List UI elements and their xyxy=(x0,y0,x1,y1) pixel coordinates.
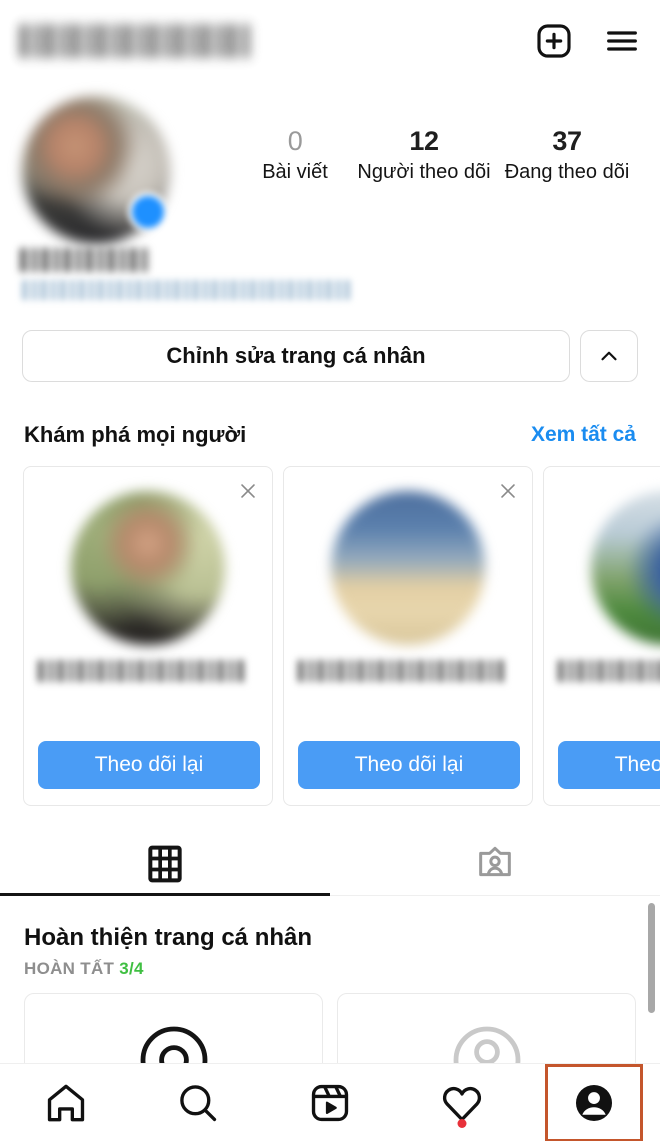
tab-tagged[interactable] xyxy=(330,832,660,895)
nav-search[interactable] xyxy=(132,1064,264,1141)
complete-profile-section: Hoàn thiện trang cá nhân HOÀN TẤT 3/4 xyxy=(0,908,660,1063)
chevron-up-icon xyxy=(601,351,617,361)
profile-actions-row: Chỉnh sửa trang cá nhân xyxy=(0,330,660,382)
nav-profile[interactable] xyxy=(528,1064,660,1141)
suggested-user-name-redacted xyxy=(558,660,660,682)
suggested-user-card[interactable]: Theo dõi lại xyxy=(543,466,660,806)
plus-square-icon xyxy=(537,24,571,58)
profile-username-redacted[interactable] xyxy=(20,24,252,58)
dismiss-suggestion-button[interactable] xyxy=(236,479,260,503)
stat-following-value: 37 xyxy=(552,126,582,156)
stat-followers-value: 12 xyxy=(409,126,439,156)
tagged-icon xyxy=(479,846,511,876)
nav-reels[interactable] xyxy=(264,1064,396,1141)
discover-people-carousel[interactable]: Theo dõi lại Theo dõi lại Theo xyxy=(0,466,660,808)
nav-activity[interactable] xyxy=(396,1064,528,1141)
add-post-button[interactable] xyxy=(534,21,574,61)
menu-button[interactable] xyxy=(602,21,642,61)
add-story-badge-icon[interactable] xyxy=(128,192,168,232)
search-icon xyxy=(180,1084,217,1121)
complete-profile-steps xyxy=(0,979,660,1063)
add-person-circle-icon xyxy=(453,1026,520,1063)
nav-home[interactable] xyxy=(0,1064,132,1141)
activity-notification-dot xyxy=(457,1118,467,1128)
complete-profile-step[interactable] xyxy=(337,993,636,1063)
home-icon xyxy=(47,1084,85,1121)
dismiss-suggestion-button[interactable] xyxy=(496,479,520,503)
stat-posts[interactable]: 0 Bài viết xyxy=(236,124,354,185)
stat-following-label: Đang theo dõi xyxy=(504,161,630,183)
suggested-user-name-redacted xyxy=(38,660,246,682)
stat-posts-label: Bài viết xyxy=(262,161,328,183)
discover-people-header: Khám phá mọi người Xem tất cả xyxy=(0,418,660,452)
follow-back-button[interactable]: Theo dõi lại xyxy=(38,741,260,789)
suggested-user-name-redacted xyxy=(298,660,506,682)
top-bar-actions xyxy=(534,0,642,82)
follow-back-button[interactable]: Theo dõi lại xyxy=(298,741,520,789)
top-bar xyxy=(0,0,660,82)
profile-expand-button[interactable] xyxy=(580,330,638,382)
follow-back-button[interactable]: Theo dõi lại xyxy=(558,741,660,789)
stat-posts-value: 0 xyxy=(287,126,303,156)
close-icon xyxy=(241,484,255,498)
reels-icon xyxy=(311,1084,349,1121)
suggested-user-avatar[interactable] xyxy=(331,491,485,645)
profile-icon xyxy=(575,1084,613,1121)
instagram-profile-screen: 0 Bài viết 12 Người theo dõi 37 Đang the… xyxy=(0,0,660,1141)
profile-full-name-redacted xyxy=(20,248,148,272)
grid-icon xyxy=(148,845,182,882)
tab-grid[interactable] xyxy=(0,832,330,896)
profile-bio-redacted[interactable] xyxy=(22,280,350,300)
profile-avatar[interactable] xyxy=(22,96,170,244)
add-photo-circle-icon xyxy=(140,1026,207,1063)
discover-see-all-link[interactable]: Xem tất cả xyxy=(531,423,636,447)
complete-profile-title: Hoàn thiện trang cá nhân xyxy=(24,924,313,951)
suggested-user-avatar[interactable] xyxy=(591,491,660,645)
bottom-navigation-bar xyxy=(0,1063,660,1141)
stat-followers[interactable]: 12 Người theo dõi xyxy=(354,124,494,185)
complete-profile-progress-row: HOÀN TẤT 3/4 xyxy=(24,959,660,979)
suggested-user-avatar[interactable] xyxy=(71,491,225,645)
suggested-user-card[interactable]: Theo dõi lại xyxy=(23,466,273,806)
stat-followers-label: Người theo dõi xyxy=(357,161,491,183)
stat-following[interactable]: 37 Đang theo dõi xyxy=(494,124,640,185)
complete-profile-status-label: HOÀN TẤT xyxy=(24,959,115,978)
edit-profile-button[interactable]: Chỉnh sửa trang cá nhân xyxy=(22,330,570,382)
discover-people-title: Khám phá mọi người xyxy=(24,422,247,447)
profile-header: 0 Bài viết 12 Người theo dõi 37 Đang the… xyxy=(0,90,660,300)
complete-profile-step[interactable] xyxy=(24,993,323,1063)
complete-profile-progress: 3/4 xyxy=(119,959,144,978)
page-scrollbar[interactable] xyxy=(648,903,655,1013)
profile-stats: 0 Bài viết 12 Người theo dõi 37 Đang the… xyxy=(236,124,640,185)
hamburger-menu-icon xyxy=(607,31,637,51)
close-icon xyxy=(501,484,515,498)
profile-content-tabs xyxy=(0,832,660,896)
suggested-user-card[interactable]: Theo dõi lại xyxy=(283,466,533,806)
